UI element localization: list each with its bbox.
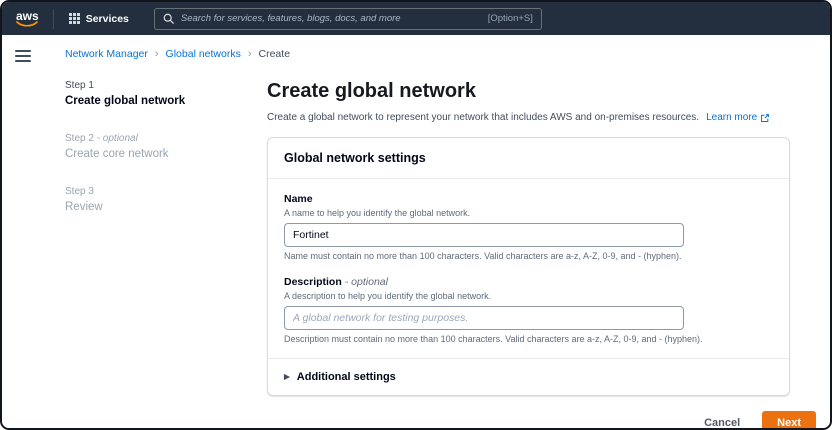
cancel-button[interactable]: Cancel — [704, 417, 740, 429]
global-network-name-input[interactable] — [284, 223, 684, 247]
breadcrumb-current-page: Create — [259, 48, 291, 60]
left-rail — [2, 35, 52, 428]
card-header: Global network settings — [268, 138, 789, 179]
page-content: Network Manager › Global networks › Crea… — [2, 35, 830, 428]
step-number-label: Step 2 — [65, 133, 94, 144]
description-field-group: Description- optional A description to h… — [284, 276, 773, 344]
search-input[interactable] — [181, 13, 481, 24]
learn-more-label: Learn more — [706, 112, 757, 123]
additional-settings-label: Additional settings — [297, 371, 396, 383]
step-optional-label: - optional — [97, 133, 138, 144]
wizard-steps-nav: Step 1 Create global network Step 2 - op… — [52, 80, 267, 430]
wizard-footer: Cancel Next — [267, 411, 816, 430]
global-search[interactable]: [Option+S] — [154, 8, 542, 30]
app-window: aws Services [Option+S] — [0, 0, 832, 430]
main-panel: Create global network Create a global ne… — [267, 80, 830, 430]
additional-settings-toggle[interactable]: ▶ Additional settings — [284, 359, 773, 383]
global-network-settings-card: Global network settings Name A name to h… — [267, 137, 790, 396]
chevron-right-icon: › — [248, 49, 252, 60]
search-icon — [163, 13, 174, 24]
aws-smile-icon — [16, 21, 38, 27]
hamburger-menu-icon[interactable] — [15, 50, 31, 62]
wizard-step-1: Step 1 Create global network — [65, 80, 267, 107]
step-number-label: Step 1 — [65, 80, 94, 91]
wizard-step-3: Step 3 Review — [65, 186, 267, 213]
card-body: Name A name to help you identify the glo… — [268, 179, 789, 395]
name-field-group: Name A name to help you identify the glo… — [284, 193, 773, 261]
breadcrumb: Network Manager › Global networks › Crea… — [52, 48, 830, 60]
step-title: Create global network — [65, 95, 267, 107]
card-title: Global network settings — [284, 151, 426, 165]
description-field-label: Description- optional — [284, 276, 773, 288]
name-field-label: Name — [284, 193, 773, 205]
description-optional-suffix: - optional — [345, 276, 388, 288]
page-description-text: Create a global network to represent you… — [267, 112, 699, 123]
services-menu-button[interactable]: Services — [64, 11, 134, 27]
nav-divider — [53, 9, 54, 29]
step-title: Create core network — [65, 148, 267, 160]
top-nav: aws Services [Option+S] — [2, 2, 830, 35]
name-field-helper: A name to help you identify the global n… — [284, 208, 773, 218]
global-network-description-input[interactable] — [284, 306, 684, 330]
services-grid-icon — [69, 13, 80, 24]
services-label: Services — [86, 13, 129, 25]
step-number-label: Step 3 — [65, 186, 94, 197]
external-link-icon — [760, 113, 770, 123]
wizard-step-2: Step 2 - optional Create core network — [65, 133, 267, 160]
expand-triangle-icon: ▶ — [284, 373, 290, 381]
chevron-right-icon: › — [155, 49, 159, 60]
next-button[interactable]: Next — [762, 411, 816, 430]
breadcrumb-global-networks[interactable]: Global networks — [166, 48, 241, 60]
learn-more-link[interactable]: Learn more — [706, 112, 770, 123]
breadcrumb-network-manager[interactable]: Network Manager — [65, 48, 148, 60]
name-field-constraint: Name must contain no more than 100 chara… — [284, 251, 773, 261]
page-title: Create global network — [267, 80, 816, 103]
aws-logo-text: aws — [16, 11, 39, 21]
description-label-text: Description — [284, 276, 342, 288]
description-field-constraint: Description must contain no more than 10… — [284, 334, 773, 344]
search-shortcut-hint: [Option+S] — [488, 13, 533, 24]
description-field-helper: A description to help you identify the g… — [284, 291, 773, 301]
aws-logo[interactable]: aws — [12, 11, 43, 27]
step-title: Review — [65, 201, 267, 213]
page-description: Create a global network to represent you… — [267, 112, 816, 123]
